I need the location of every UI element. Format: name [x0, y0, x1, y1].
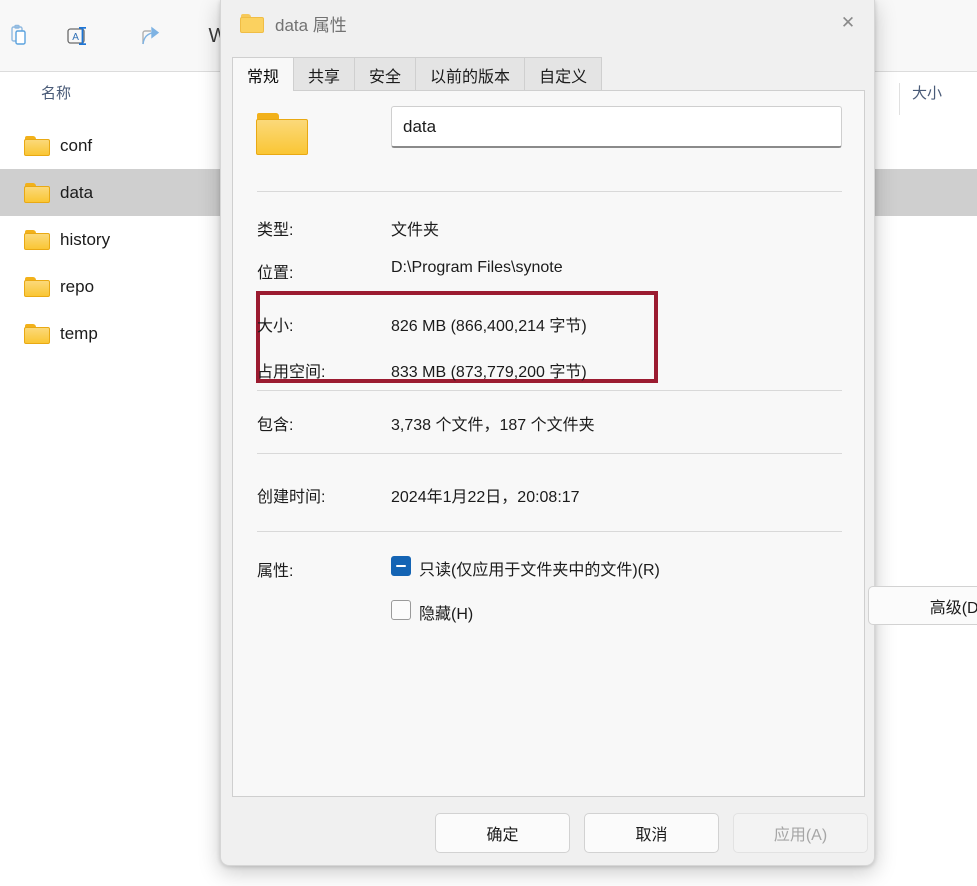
list-item-label: conf: [60, 135, 93, 155]
advanced-button[interactable]: 高级(D)...: [868, 586, 977, 625]
column-header-size[interactable]: 大小: [912, 82, 942, 103]
field-value: 2024年1月22日，20:08:17: [391, 489, 580, 506]
checkbox-unchecked-icon: [391, 600, 411, 620]
field-contains: 包含: 3,738 个文件，187 个文件夹: [257, 411, 847, 437]
rename-icon[interactable]: A: [58, 17, 98, 55]
field-size: 大小: 826 MB (866,400,214 字节): [257, 312, 847, 338]
tab-previous-versions[interactable]: 以前的版本: [415, 57, 526, 91]
field-label: 包含:: [257, 417, 294, 434]
field-label: 类型:: [257, 222, 294, 239]
folder-icon: [24, 323, 50, 344]
field-value: 833 MB (873,779,200 字节): [391, 364, 587, 381]
dialog-title-bar[interactable]: data 属性: [221, 0, 874, 47]
tab-general[interactable]: 常规: [232, 57, 295, 91]
field-label: 位置:: [257, 265, 294, 282]
tab-customize[interactable]: 自定义: [524, 57, 603, 91]
readonly-checkbox-label: 只读(仅应用于文件夹中的文件)(R): [419, 562, 660, 579]
field-value: 826 MB (866,400,214 字节): [391, 318, 587, 335]
folder-icon: [240, 14, 264, 33]
apply-button: 应用(A): [733, 813, 868, 853]
column-header-separator: [899, 83, 900, 115]
hidden-checkbox[interactable]: [391, 600, 411, 620]
list-item-label: repo: [60, 276, 95, 296]
list-item-label: temp: [60, 323, 98, 343]
cancel-button[interactable]: 取消: [584, 813, 719, 853]
field-value: 文件夹: [391, 222, 440, 239]
divider: [257, 390, 842, 391]
paste-icon[interactable]: [0, 17, 40, 55]
field-type: 类型: 文件夹: [257, 216, 847, 242]
field-label: 创建时间:: [257, 489, 326, 506]
ok-button[interactable]: 确定: [435, 813, 570, 853]
divider: [257, 191, 842, 192]
field-value: D:\Program Files\synote: [391, 259, 563, 276]
dialog-title-text: data 属性: [275, 16, 347, 35]
folder-icon: [24, 229, 50, 250]
divider: [257, 531, 842, 532]
tab-security[interactable]: 安全: [354, 57, 417, 91]
readonly-checkbox[interactable]: [391, 556, 411, 576]
list-item-label: data: [60, 182, 94, 202]
folder-icon: [24, 276, 50, 297]
field-value: 3,738 个文件，187 个文件夹: [391, 417, 595, 434]
general-tab-panel: data 类型: 文件夹 位置: D:\Program Files\synote…: [232, 90, 865, 797]
field-location: 位置: D:\Program Files\synote: [257, 259, 847, 285]
checkbox-indeterminate-icon: [391, 556, 411, 576]
screen: A W 名称 大小 conf data history repo temp da…: [0, 0, 977, 886]
column-header-name[interactable]: 名称: [41, 82, 71, 103]
divider: [257, 453, 842, 454]
hidden-checkbox-label: 隐藏(H): [419, 606, 474, 623]
folder-icon: [24, 135, 50, 156]
field-label: 大小:: [257, 318, 294, 335]
folder-icon: [256, 113, 308, 155]
folder-properties-dialog: data 属性 ✕ 常规 共享 安全 以前的版本 自定义 data 类型: 文件…: [220, 0, 977, 866]
field-label: 属性:: [257, 563, 294, 580]
field-created: 创建时间: 2024年1月22日，20:08:17: [257, 483, 847, 509]
tab-sharing[interactable]: 共享: [293, 57, 356, 91]
svg-text:A: A: [72, 32, 79, 43]
field-label: 占用空间:: [257, 364, 326, 381]
tab-strip: 常规 共享 安全 以前的版本 自定义: [232, 57, 603, 91]
folder-name-input[interactable]: data: [391, 106, 842, 148]
list-item-label: history: [60, 229, 111, 249]
folder-icon: [24, 182, 50, 203]
close-icon[interactable]: ✕: [822, 0, 874, 45]
share-icon[interactable]: [132, 17, 172, 55]
field-size-on-disk: 占用空间: 833 MB (873,779,200 字节): [257, 358, 847, 384]
